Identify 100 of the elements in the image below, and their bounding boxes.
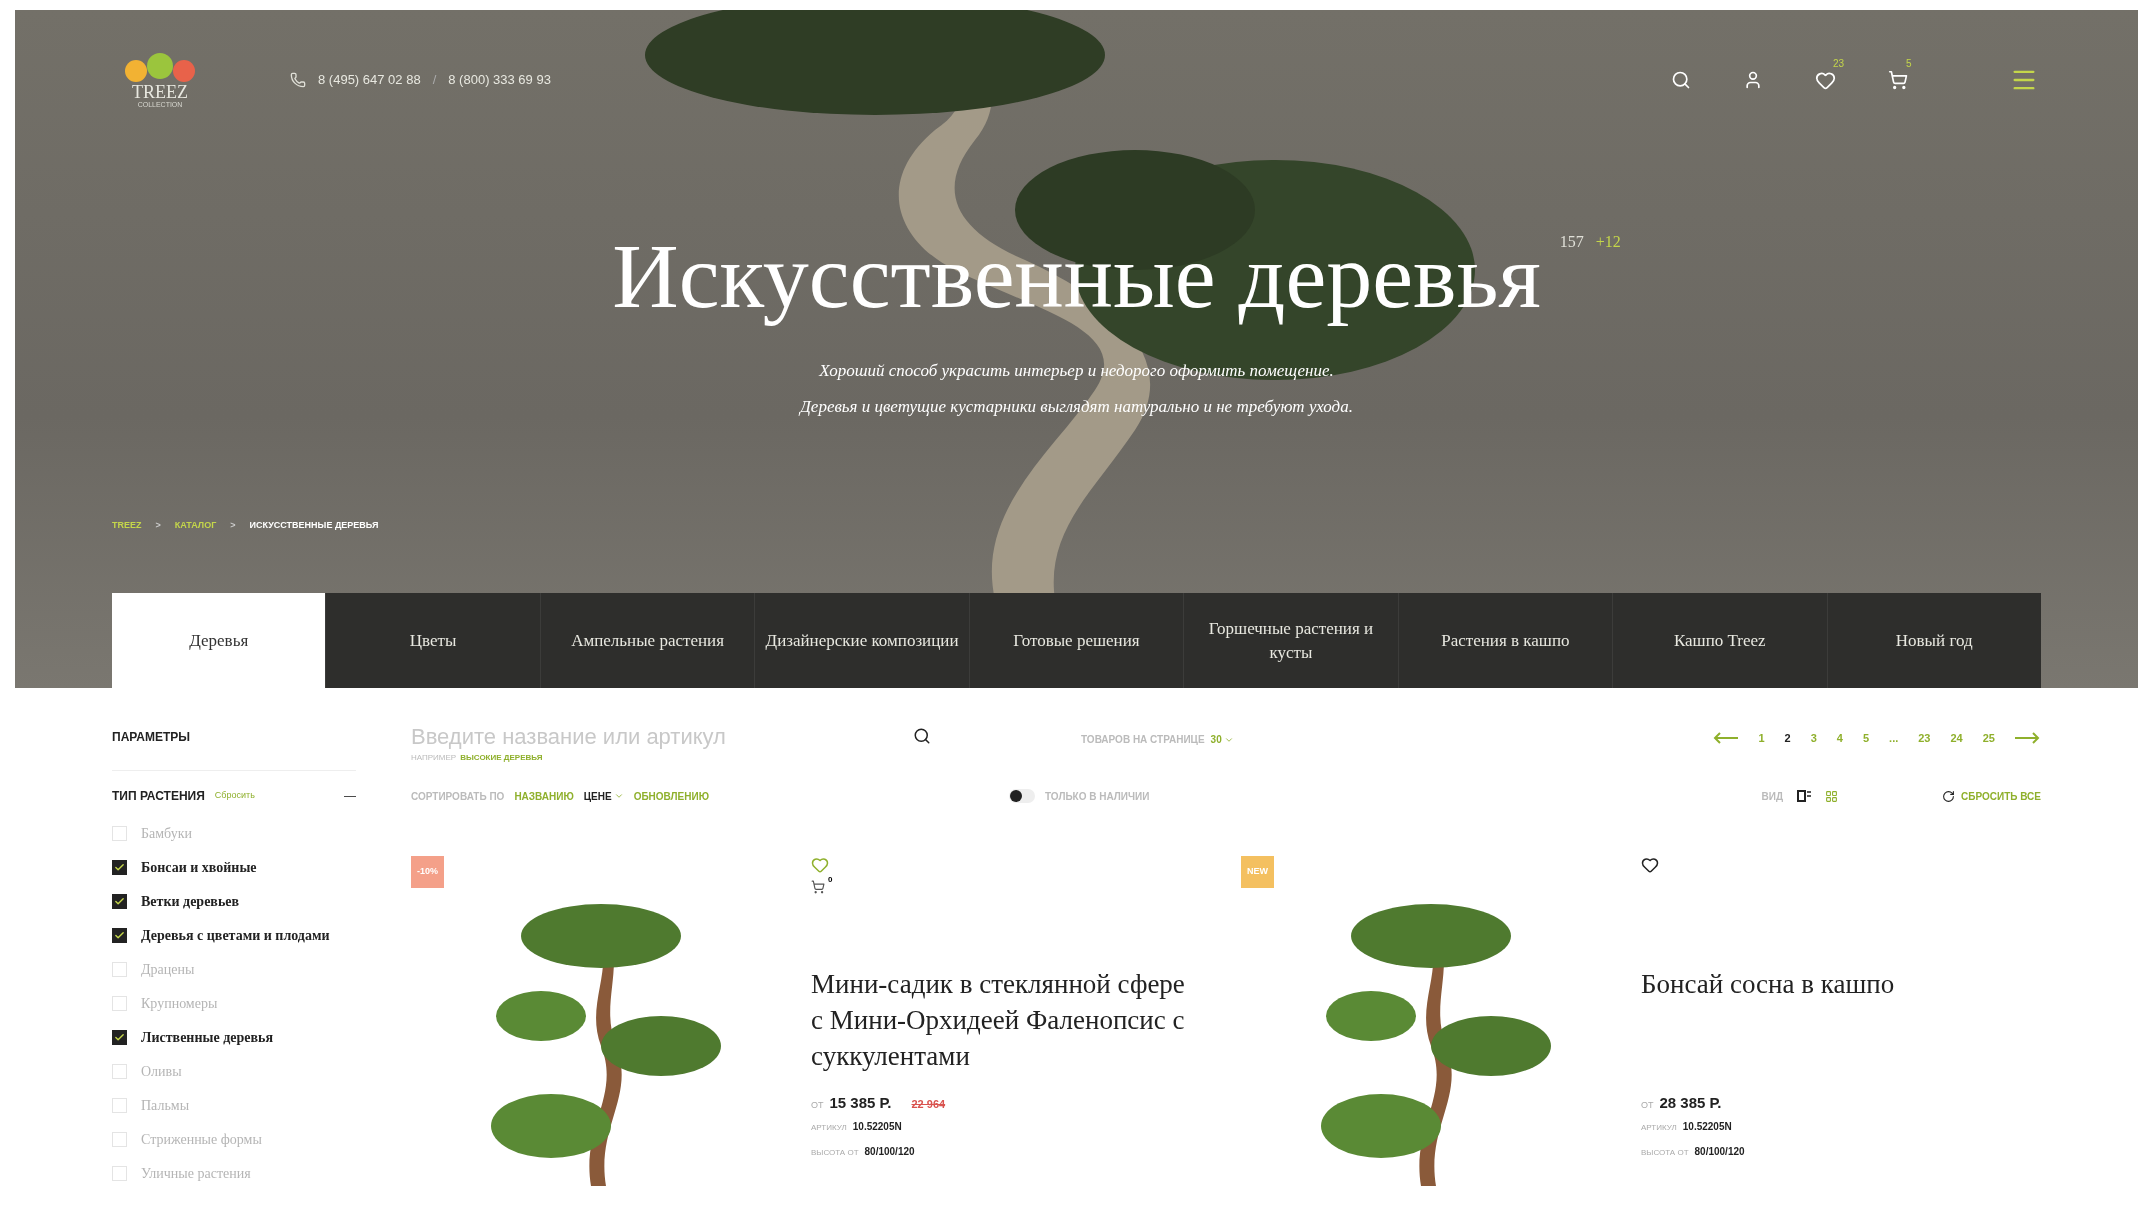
checkbox-label: Деревья с цветами и плодами — [141, 927, 330, 945]
reset-all-button[interactable]: СБРОСИТЬ ВСЕ — [1942, 788, 2041, 804]
page-link[interactable]: 25 — [1982, 730, 1995, 747]
check-icon — [114, 896, 125, 907]
new-count: +12 — [1595, 232, 1621, 252]
price-prefix: ОТ — [811, 1099, 824, 1112]
page-link[interactable]: 2 — [1784, 730, 1791, 747]
height-value: 80/100/120 — [1694, 1144, 1745, 1159]
breadcrumb-separator: > — [230, 519, 236, 532]
phone-icon — [290, 72, 306, 88]
category-tab[interactable]: Цветы — [325, 593, 540, 688]
page-title: Искусственные деревья — [612, 225, 1541, 327]
category-tab[interactable]: Готовые решения — [968, 593, 1184, 688]
page-link[interactable]: 4 — [1836, 730, 1843, 747]
sort-option[interactable]: НАЗВАНИЮ — [514, 788, 574, 804]
checkbox[interactable] — [112, 860, 127, 875]
checkbox[interactable] — [112, 1098, 127, 1113]
sort-label: СОРТИРОВАТЬ ПО — [411, 789, 505, 804]
sidebar-title: ПАРАМЕТРЫ — [112, 729, 191, 746]
price-prefix: ОТ — [1641, 1099, 1654, 1112]
height-label: ВЫСОТА ОТ — [1641, 1146, 1689, 1159]
checkbox-label: Ветки деревьев — [141, 893, 240, 911]
user-icon[interactable] — [1743, 70, 1763, 90]
reset-link[interactable]: Сбросить — [214, 789, 255, 803]
toggle-switch[interactable] — [1009, 789, 1035, 803]
caret-icon — [613, 791, 624, 801]
toggle-label: ТОЛЬКО В НАЛИЧИИ — [1045, 789, 1150, 804]
checkbox[interactable] — [112, 928, 127, 943]
page-link[interactable]: ... — [1889, 730, 1899, 747]
checkbox-label: Стриженные формы — [141, 1131, 262, 1149]
sort-option[interactable]: ЦЕНЕ — [583, 788, 624, 804]
sort-option[interactable]: ОБНОВЛЕНИЮ — [633, 788, 709, 804]
page-link[interactable]: 3 — [1810, 730, 1817, 747]
category-tab[interactable]: Растения в кашпо — [1397, 593, 1613, 688]
checkbox[interactable] — [112, 1166, 127, 1181]
category-tab[interactable]: Кашпо Treez — [1612, 593, 1827, 688]
category-tab[interactable]: Деревья — [112, 593, 326, 688]
favorites-count: 23 — [1833, 56, 1845, 71]
filter-group-title: ТИП РАСТЕНИЯ — [112, 788, 205, 805]
cart-count: 5 — [1906, 57, 1912, 71]
sku-value: 10.52205N — [1682, 1119, 1732, 1134]
checkbox-label: Бонсаи и хвойные — [141, 859, 257, 877]
hero-subtitle: Деревья и цветущие кустарники выглядят натурально и не требуют ухода. — [800, 395, 1353, 418]
checkbox[interactable] — [112, 826, 127, 841]
per-page-select[interactable]: 30 — [1210, 732, 1234, 747]
checkbox-label: Уличные растения — [141, 1165, 251, 1183]
checkbox[interactable] — [112, 894, 127, 909]
product-badge: -10% — [411, 856, 444, 888]
breadcrumb-separator: > — [155, 519, 161, 532]
search-icon[interactable] — [913, 727, 931, 745]
cart-icon[interactable] — [811, 880, 825, 894]
sku-value: 10.52205N — [852, 1119, 902, 1134]
height-label: ВЫСОТА ОТ — [811, 1146, 859, 1159]
page-link[interactable]: 24 — [1950, 730, 1963, 747]
breadcrumb-link[interactable]: TREEZ — [112, 519, 142, 533]
checkbox-label: Пальмы — [141, 1097, 190, 1115]
favorite-icon[interactable] — [1641, 856, 1659, 874]
checkbox[interactable] — [112, 996, 127, 1011]
product-count: 157 — [1559, 232, 1584, 252]
checkbox-label: Бамбуки — [141, 825, 192, 843]
page-link[interactable]: 5 — [1862, 730, 1870, 747]
search-hint-label: НАПРИМЕР — [411, 752, 457, 764]
checkbox[interactable] — [112, 1132, 127, 1147]
breadcrumb-link[interactable]: КАТАЛОГ — [174, 519, 217, 533]
product-price: 28 385 Р. — [1659, 1093, 1722, 1113]
page-link[interactable]: 23 — [1918, 730, 1931, 747]
product-badge: NEW — [1241, 856, 1274, 888]
product-title[interactable]: Бонсай сосна в кашпо — [1641, 966, 2021, 1092]
category-tab[interactable]: Горшечные растения и кусты — [1183, 593, 1398, 688]
sku-label: АРТИКУЛ — [1641, 1121, 1677, 1134]
checkbox[interactable] — [112, 1064, 127, 1079]
height-value: 80/100/120 — [864, 1144, 915, 1159]
phone-separator: / — [432, 71, 437, 90]
checkbox-label: Оливы — [141, 1063, 182, 1081]
check-icon — [114, 1032, 125, 1043]
sku-label: АРТИКУЛ — [811, 1121, 847, 1134]
per-page-label: ТОВАРОВ НА СТРАНИЦЕ — [1081, 733, 1205, 747]
old-price: 22 964 — [911, 1097, 946, 1112]
logo-name: TREEZ — [132, 82, 188, 101]
refresh-icon — [1942, 789, 1956, 803]
category-tab[interactable]: Ампельные растения — [539, 593, 755, 688]
checkbox[interactable] — [112, 962, 127, 977]
page-link[interactable]: 1 — [1758, 730, 1765, 747]
category-tab[interactable]: Новый год — [1826, 593, 2041, 688]
phone-number[interactable]: 8 (495) 647 02 88 — [318, 70, 421, 90]
checkbox-label: Драцены — [141, 961, 195, 979]
collapse-toggle[interactable]: — — [344, 787, 356, 805]
search-hint-link[interactable]: ВЫСОКИЕ ДЕРЕВЬЯ — [460, 752, 543, 764]
cart-count: 0 — [828, 874, 833, 886]
checkbox-label: Лиственные деревья — [141, 1029, 273, 1047]
list-view-icon[interactable] — [1797, 790, 1812, 802]
phone-number[interactable]: 8 (800) 333 69 93 — [448, 70, 551, 90]
product-title[interactable]: Мини-садик в стеклянной сфере с Мини-Орхидеей Фаленопсис с суккулентами — [811, 966, 1191, 1092]
cart-icon[interactable] — [1888, 70, 1908, 90]
product-price: 15 385 Р. — [829, 1093, 892, 1113]
checkbox[interactable] — [112, 1030, 127, 1045]
view-label: ВИД — [1761, 789, 1784, 804]
category-tab[interactable]: Дизайнерские композиции — [754, 593, 969, 688]
check-icon — [114, 930, 125, 941]
breadcrumb-current: ИСКУССТВЕННЫЕ ДЕРЕВЬЯ — [249, 519, 379, 532]
